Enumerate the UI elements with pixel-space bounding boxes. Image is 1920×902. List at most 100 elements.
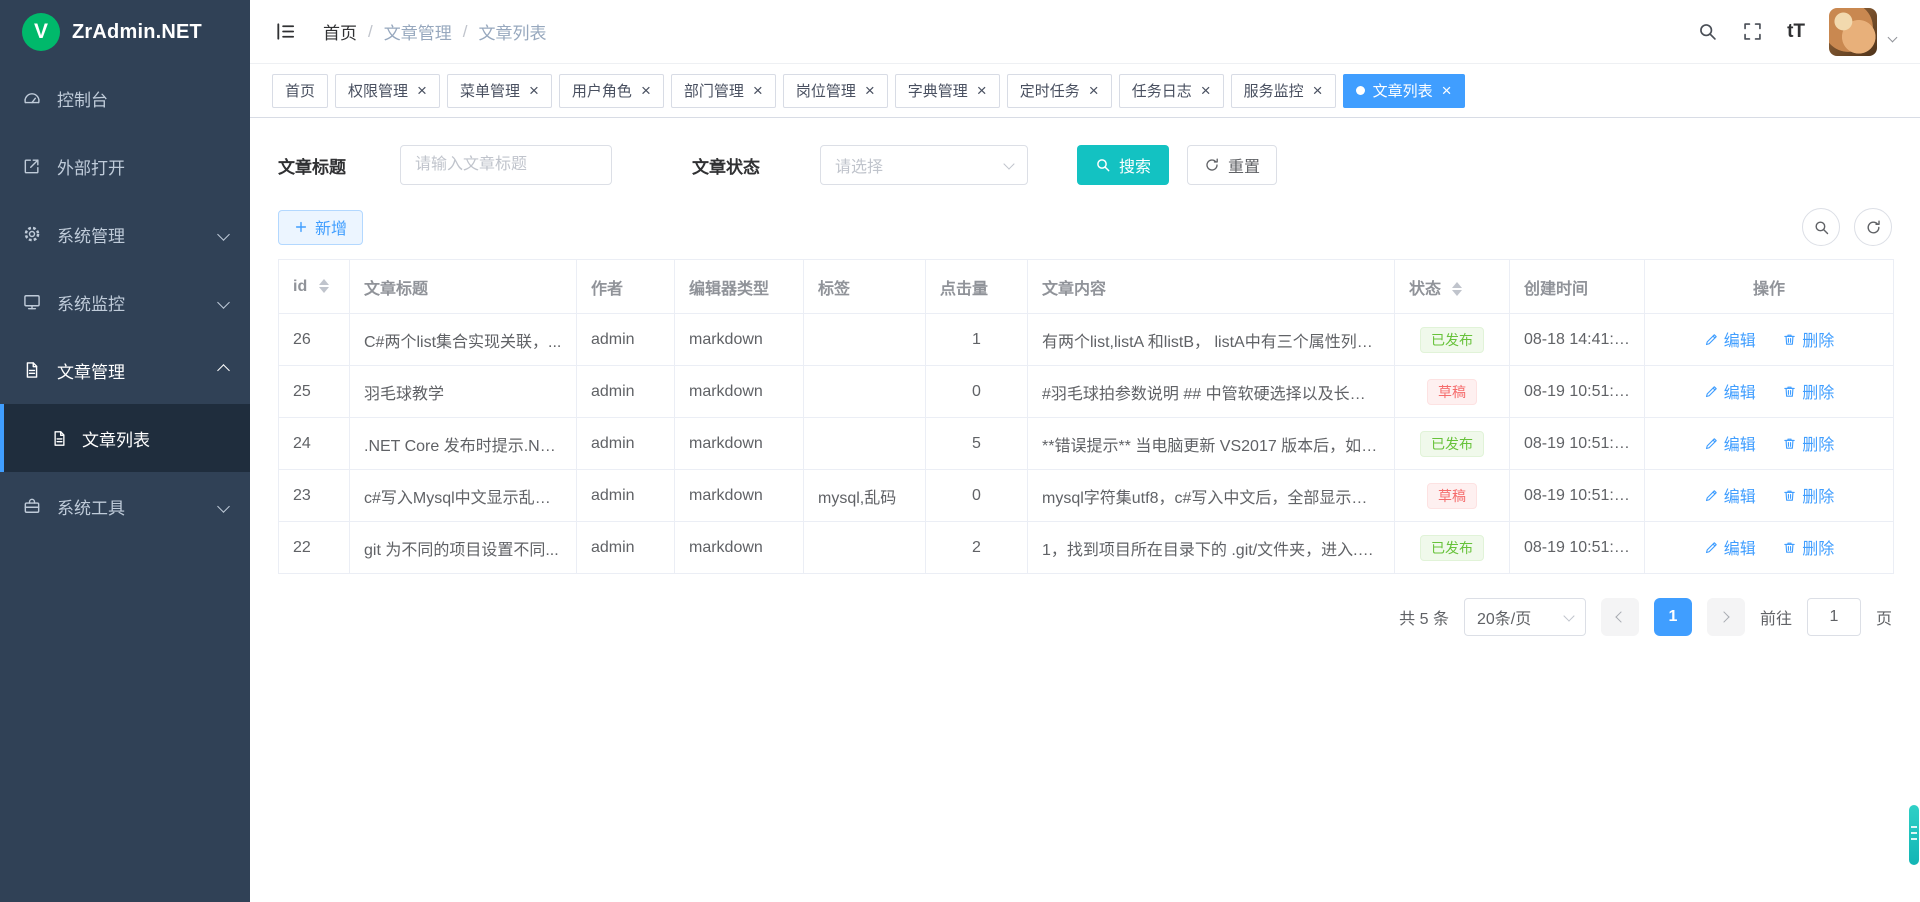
tab[interactable]: 首页 (272, 74, 328, 108)
close-icon[interactable]: × (529, 82, 539, 99)
tab[interactable]: 文章列表 × (1343, 74, 1465, 108)
select-placeholder: 请选择 (835, 153, 883, 177)
status-badge: 草稿 (1427, 379, 1477, 405)
close-icon[interactable]: × (1442, 82, 1452, 99)
tab[interactable]: 用户角色 × (559, 74, 664, 108)
sidebar-item-article-list[interactable]: 文章列表 (0, 404, 250, 472)
main-area: 首页 / 文章管理 / 文章列表 tT (250, 0, 1920, 902)
trash-icon (1782, 384, 1797, 399)
toggle-search-button[interactable] (1802, 208, 1840, 246)
tab[interactable]: 定时任务 × (1007, 74, 1112, 108)
cell-created: 08-19 10:51:27 (1510, 418, 1645, 470)
tab-label: 用户角色 (572, 80, 632, 101)
app-logo[interactable]: V ZrAdmin.NET (0, 0, 250, 64)
tab-label: 服务监控 (1244, 80, 1304, 101)
sidebar-item-external-open[interactable]: 外部打开 (0, 132, 250, 200)
user-avatar[interactable] (1829, 8, 1877, 56)
search-icon[interactable] (1697, 21, 1718, 42)
trash-icon (1782, 332, 1797, 347)
edit-button[interactable]: 编辑 (1704, 535, 1756, 559)
breadcrumb: 首页 / 文章管理 / 文章列表 (323, 19, 546, 44)
delete-button[interactable]: 删除 (1782, 327, 1834, 351)
tab[interactable]: 服务监控 × (1231, 74, 1336, 108)
sidebar-collapse-icon[interactable] (274, 20, 297, 43)
tab[interactable]: 任务日志 × (1119, 74, 1224, 108)
sidebar-item-dashboard[interactable]: 控制台 (0, 64, 250, 132)
goto-page-input[interactable] (1807, 598, 1861, 636)
refresh-table-button[interactable] (1854, 208, 1892, 246)
breadcrumb-article-management: 文章管理 (384, 19, 452, 44)
breadcrumb-home[interactable]: 首页 (323, 19, 357, 44)
sidebar-item-system-tools[interactable]: 系统工具 (0, 472, 250, 540)
cell-actions: 编辑 删除 (1645, 314, 1894, 366)
edit-pencil-icon (1704, 332, 1719, 347)
close-icon[interactable]: × (977, 82, 987, 99)
search-button[interactable]: 搜索 (1077, 145, 1169, 185)
tab[interactable]: 岗位管理 × (783, 74, 888, 108)
cell-content: mysql字符集utf8，c#写入中文后，全部显示成? ... (1028, 470, 1395, 522)
sort-icon[interactable] (1452, 282, 1462, 296)
delete-button[interactable]: 删除 (1782, 379, 1834, 403)
table-toolbar: 新增 (250, 185, 1920, 246)
prev-page-button[interactable] (1601, 598, 1639, 636)
table-row: 22 git 为不同的项目设置不同... admin markdown 2 1，… (279, 522, 1894, 574)
sidebar-item-article-management[interactable]: 文章管理 (0, 336, 250, 404)
close-icon[interactable]: × (417, 82, 427, 99)
edit-button[interactable]: 编辑 (1704, 483, 1756, 507)
fullscreen-icon[interactable] (1742, 21, 1763, 42)
close-icon[interactable]: × (753, 82, 763, 99)
close-icon[interactable]: × (641, 82, 651, 99)
next-page-button[interactable] (1707, 598, 1745, 636)
col-created: 创建时间 (1510, 260, 1645, 314)
close-icon[interactable]: × (1089, 82, 1099, 99)
col-content: 文章内容 (1028, 260, 1395, 314)
delete-button[interactable]: 删除 (1782, 535, 1834, 559)
status-badge: 已发布 (1420, 431, 1484, 457)
scrollbar-thumb[interactable] (1909, 805, 1919, 865)
tab[interactable]: 部门管理 × (671, 74, 776, 108)
add-button[interactable]: 新增 (278, 210, 363, 245)
status-badge: 已发布 (1420, 327, 1484, 353)
cell-id: 25 (279, 366, 350, 418)
edit-button[interactable]: 编辑 (1704, 431, 1756, 455)
col-id[interactable]: id (279, 260, 350, 314)
cell-id: 22 (279, 522, 350, 574)
col-status[interactable]: 状态 (1395, 260, 1510, 314)
cell-id: 23 (279, 470, 350, 522)
sidebar-item-system-management[interactable]: 系统管理 (0, 200, 250, 268)
close-icon[interactable]: × (1313, 82, 1323, 99)
delete-button[interactable]: 删除 (1782, 483, 1834, 507)
app-title: ZrAdmin.NET (72, 21, 202, 44)
trash-icon (1782, 436, 1797, 451)
edit-button[interactable]: 编辑 (1704, 379, 1756, 403)
table-row: 24 .NET Core 发布时提示.NET... admin markdown… (279, 418, 1894, 470)
page-size-select[interactable]: 20条/页 (1464, 598, 1586, 636)
close-icon[interactable]: × (1201, 82, 1211, 99)
sort-icon[interactable] (319, 279, 329, 293)
article-status-select[interactable]: 请选择 (820, 145, 1028, 185)
chevron-down-icon (1563, 610, 1574, 621)
breadcrumb-article-list: 文章列表 (478, 19, 546, 44)
article-title-input[interactable] (400, 145, 612, 185)
tab[interactable]: 菜单管理 × (447, 74, 552, 108)
cell-content: 1，找到项目所在目录下的 .git/文件夹，进入.git/... (1028, 522, 1395, 574)
reset-button[interactable]: 重置 (1187, 145, 1277, 185)
col-author: 作者 (577, 260, 675, 314)
cell-clicks: 0 (926, 366, 1028, 418)
font-size-icon[interactable]: tT (1787, 21, 1805, 43)
close-icon[interactable]: × (865, 82, 875, 99)
user-menu-caret-icon[interactable] (1889, 28, 1896, 46)
cell-tags (804, 522, 926, 574)
delete-button[interactable]: 删除 (1782, 431, 1834, 455)
cell-id: 26 (279, 314, 350, 366)
cell-editor-type: markdown (675, 366, 804, 418)
article-table: id 文章标题 作者 编辑器类型 标签 点击量 文章内容 状态 创 (278, 259, 1894, 574)
tab[interactable]: 权限管理 × (335, 74, 440, 108)
tab[interactable]: 字典管理 × (895, 74, 1000, 108)
col-actions: 操作 (1645, 260, 1894, 314)
chevron-down-icon (217, 228, 230, 241)
page-number-current[interactable]: 1 (1654, 598, 1692, 636)
cell-tags (804, 314, 926, 366)
sidebar-item-system-monitor[interactable]: 系统监控 (0, 268, 250, 336)
edit-button[interactable]: 编辑 (1704, 327, 1756, 351)
